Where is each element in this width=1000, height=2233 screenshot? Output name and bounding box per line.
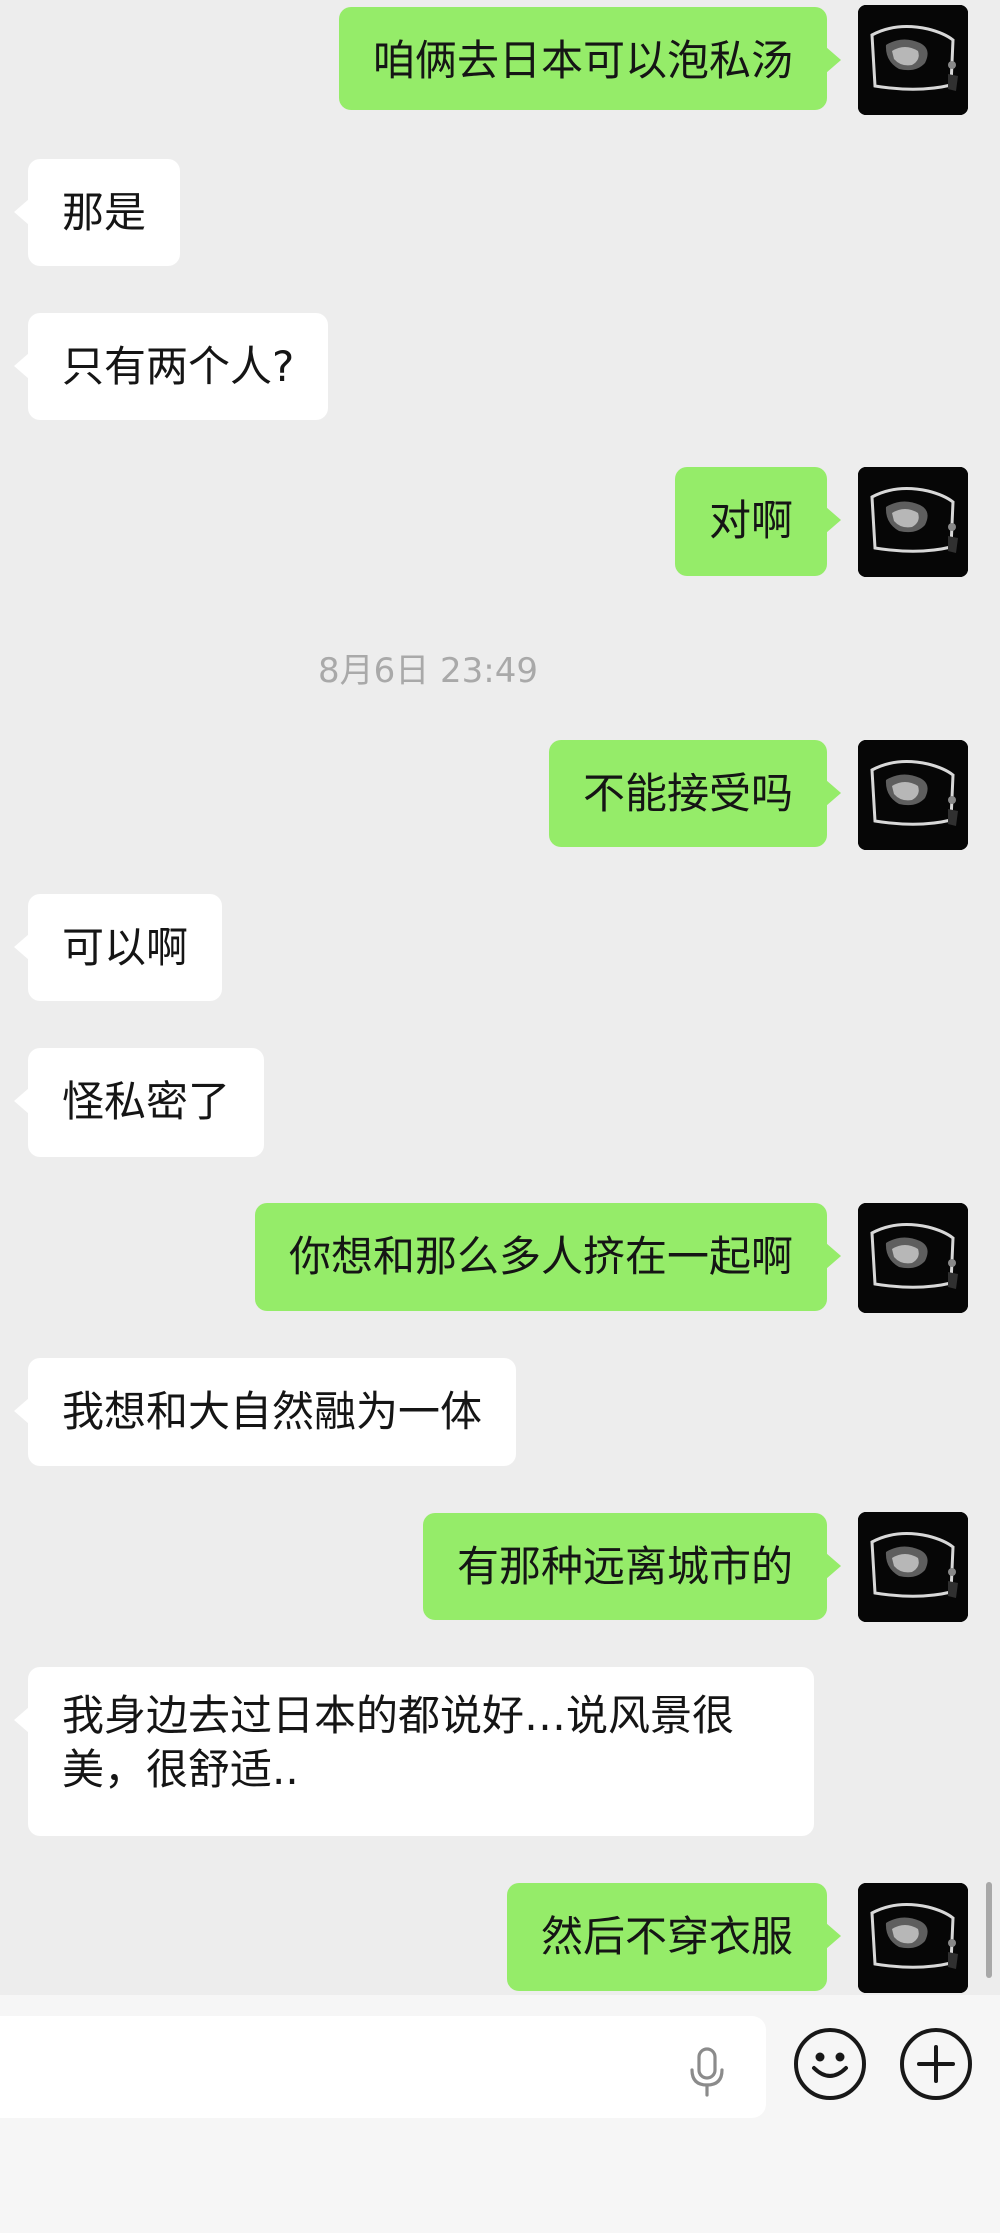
avatar-photo-icon [858,1512,968,1622]
message-text: 我身边去过日本的都说好…说风景很美，很舒适.. [62,1691,735,1794]
outgoing-message-bubble[interactable]: 咱俩去日本可以泡私汤 [338,7,842,110]
my-avatar[interactable] [858,740,968,850]
outgoing-message-bubble[interactable]: 然后不穿衣服 [506,1883,842,1991]
avatar-photo-icon [858,467,968,577]
message-text: 怪私密了 [62,1077,231,1126]
incoming-message-bubble[interactable]: 怪私密了 [13,1048,265,1157]
incoming-message-bubble[interactable]: 可以啊 [13,894,223,1001]
chat-scrollbar[interactable] [986,1882,992,1978]
avatar-photo-icon [858,1883,968,1993]
message-text: 你想和那么多人挤在一起啊 [288,1232,793,1281]
message-text: 可以啊 [62,923,189,972]
emoji-button[interactable] [794,2028,866,2100]
plus-icon [917,2045,955,2083]
incoming-message-bubble[interactable]: 那是 [13,159,181,266]
avatar-photo-icon [858,740,968,850]
message-text: 有那种远离城市的 [456,1542,793,1591]
avatar-photo-icon [858,5,968,115]
message-text: 然后不穿衣服 [540,1912,793,1961]
message-composer [0,1995,1000,2233]
incoming-message-bubble[interactable]: 我身边去过日本的都说好…说风景很美，很舒适.. [14,1667,814,1836]
my-avatar[interactable] [858,1512,968,1622]
message-input[interactable] [0,2016,766,2118]
outgoing-message-bubble[interactable]: 不能接受吗 [548,740,842,847]
my-avatar[interactable] [858,1203,968,1313]
my-avatar[interactable] [858,467,968,577]
message-text: 我想和大自然融为一体 [62,1387,483,1436]
incoming-message-bubble[interactable]: 我想和大自然融为一体 [13,1358,517,1466]
message-text: 不能接受吗 [582,769,793,818]
timestamp-label: 8月6日 23:49 [317,651,539,691]
avatar-photo-icon [858,1203,968,1313]
my-avatar[interactable] [858,1883,968,1993]
microphone-icon[interactable] [682,2046,732,2098]
incoming-message-bubble[interactable]: 只有两个人? [13,313,329,420]
my-avatar[interactable] [858,5,968,115]
outgoing-message-bubble[interactable]: 有那种远离城市的 [422,1513,842,1620]
message-text: 咱俩去日本可以泡私汤 [372,36,793,85]
message-text: 只有两个人? [62,342,295,391]
outgoing-message-bubble[interactable]: 你想和那么多人挤在一起啊 [254,1203,842,1311]
chat-area[interactable]: 咱俩去日本可以泡私汤 那是 只有两个人? 对啊 8月6日 23:49 不能接受吗… [0,0,1000,1995]
outgoing-message-bubble[interactable]: 对啊 [674,467,842,576]
more-options-button[interactable] [900,2028,972,2100]
message-text: 对啊 [708,496,793,545]
smiley-icon [812,2052,848,2078]
message-text: 那是 [62,188,147,237]
